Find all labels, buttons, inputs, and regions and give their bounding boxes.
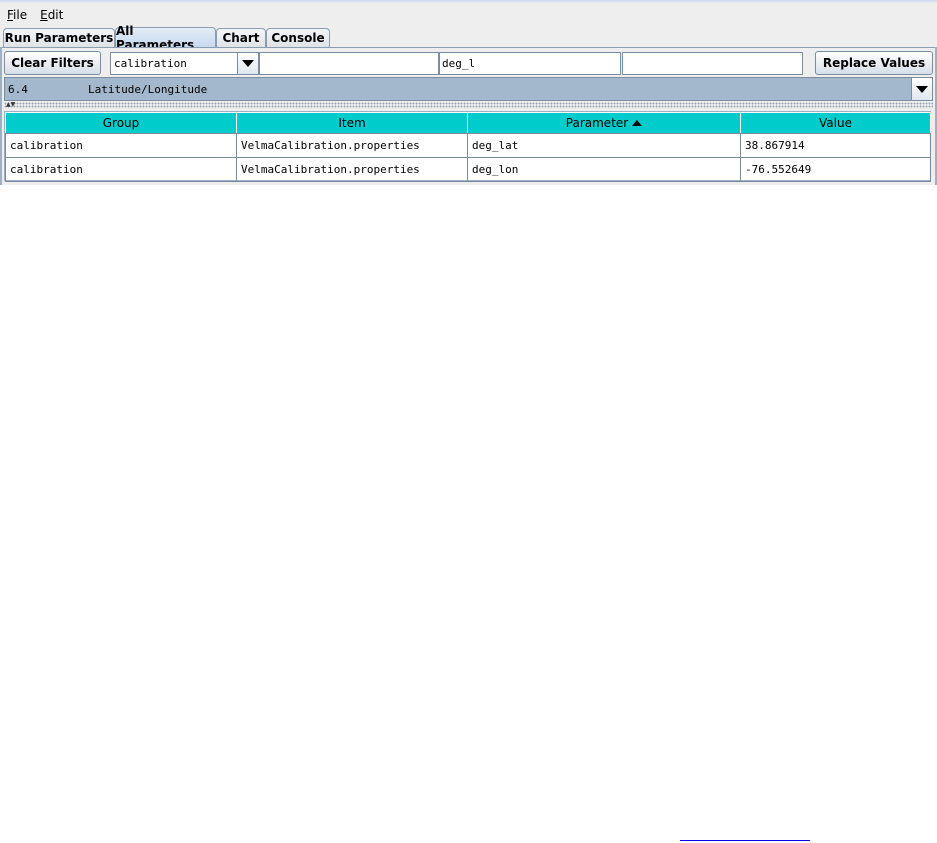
replace-values-button[interactable]: Replace Values xyxy=(815,51,933,75)
split-pane-divider[interactable] xyxy=(4,102,933,108)
cell-group[interactable]: calibration xyxy=(5,133,237,158)
sort-ascending-icon xyxy=(632,120,643,126)
section-selector[interactable]: 6.4 Latitude/Longitude xyxy=(4,77,933,101)
dropdown-arrow-icon[interactable] xyxy=(911,78,932,100)
cell-parameter[interactable]: deg_lat xyxy=(467,133,741,158)
tab-run-parameters[interactable]: Run Parameters xyxy=(3,28,115,47)
cell-parameter[interactable]: deg_lon xyxy=(467,157,741,182)
tab-chart[interactable]: Chart xyxy=(216,28,266,47)
menu-bar: File Edit xyxy=(0,3,937,26)
parameter-filter-field[interactable]: deg_l xyxy=(439,52,621,75)
group-filter-combo[interactable]: calibration xyxy=(110,52,259,75)
tab-all-parameters[interactable]: All Parameters xyxy=(115,24,216,52)
tab-bar: Run Parameters All Parameters Chart Cons… xyxy=(0,24,937,52)
value-filter-field[interactable] xyxy=(622,52,803,75)
cell-item[interactable]: VelmaCalibration.properties xyxy=(236,133,468,158)
column-header-item[interactable]: Item xyxy=(236,112,468,134)
tab-console[interactable]: Console xyxy=(266,28,330,47)
table-row[interactable]: calibration VelmaCalibration.properties … xyxy=(5,133,931,158)
menu-file[interactable]: File xyxy=(0,8,33,22)
clear-filters-button[interactable]: Clear Filters xyxy=(4,51,101,75)
split-collapse-arrows-icon[interactable]: ▲▼ xyxy=(6,102,15,108)
menu-edit[interactable]: Edit xyxy=(33,8,69,22)
cell-value[interactable]: 38.867914 xyxy=(740,133,931,158)
item-filter-field[interactable] xyxy=(259,52,439,75)
panel-left-border xyxy=(0,47,2,185)
cell-value[interactable]: -76.552649 xyxy=(740,157,931,182)
table-header-row: Group Item Parameter Value xyxy=(5,112,931,134)
group-filter-value: calibration xyxy=(114,57,187,70)
column-header-value[interactable]: Value xyxy=(740,112,931,134)
column-header-group[interactable]: Group xyxy=(5,112,237,134)
section-number: 6.4 xyxy=(8,83,28,96)
link-underline-fragment[interactable] xyxy=(680,840,810,841)
dropdown-arrow-icon[interactable] xyxy=(237,53,258,74)
section-description: Latitude/Longitude xyxy=(88,83,208,96)
cell-group[interactable]: calibration xyxy=(5,157,237,182)
column-header-parameter[interactable]: Parameter xyxy=(467,112,741,134)
cell-item[interactable]: VelmaCalibration.properties xyxy=(236,157,468,182)
parameters-table: Group Item Parameter Value calibration V… xyxy=(4,111,931,182)
table-row[interactable]: calibration VelmaCalibration.properties … xyxy=(5,157,931,182)
